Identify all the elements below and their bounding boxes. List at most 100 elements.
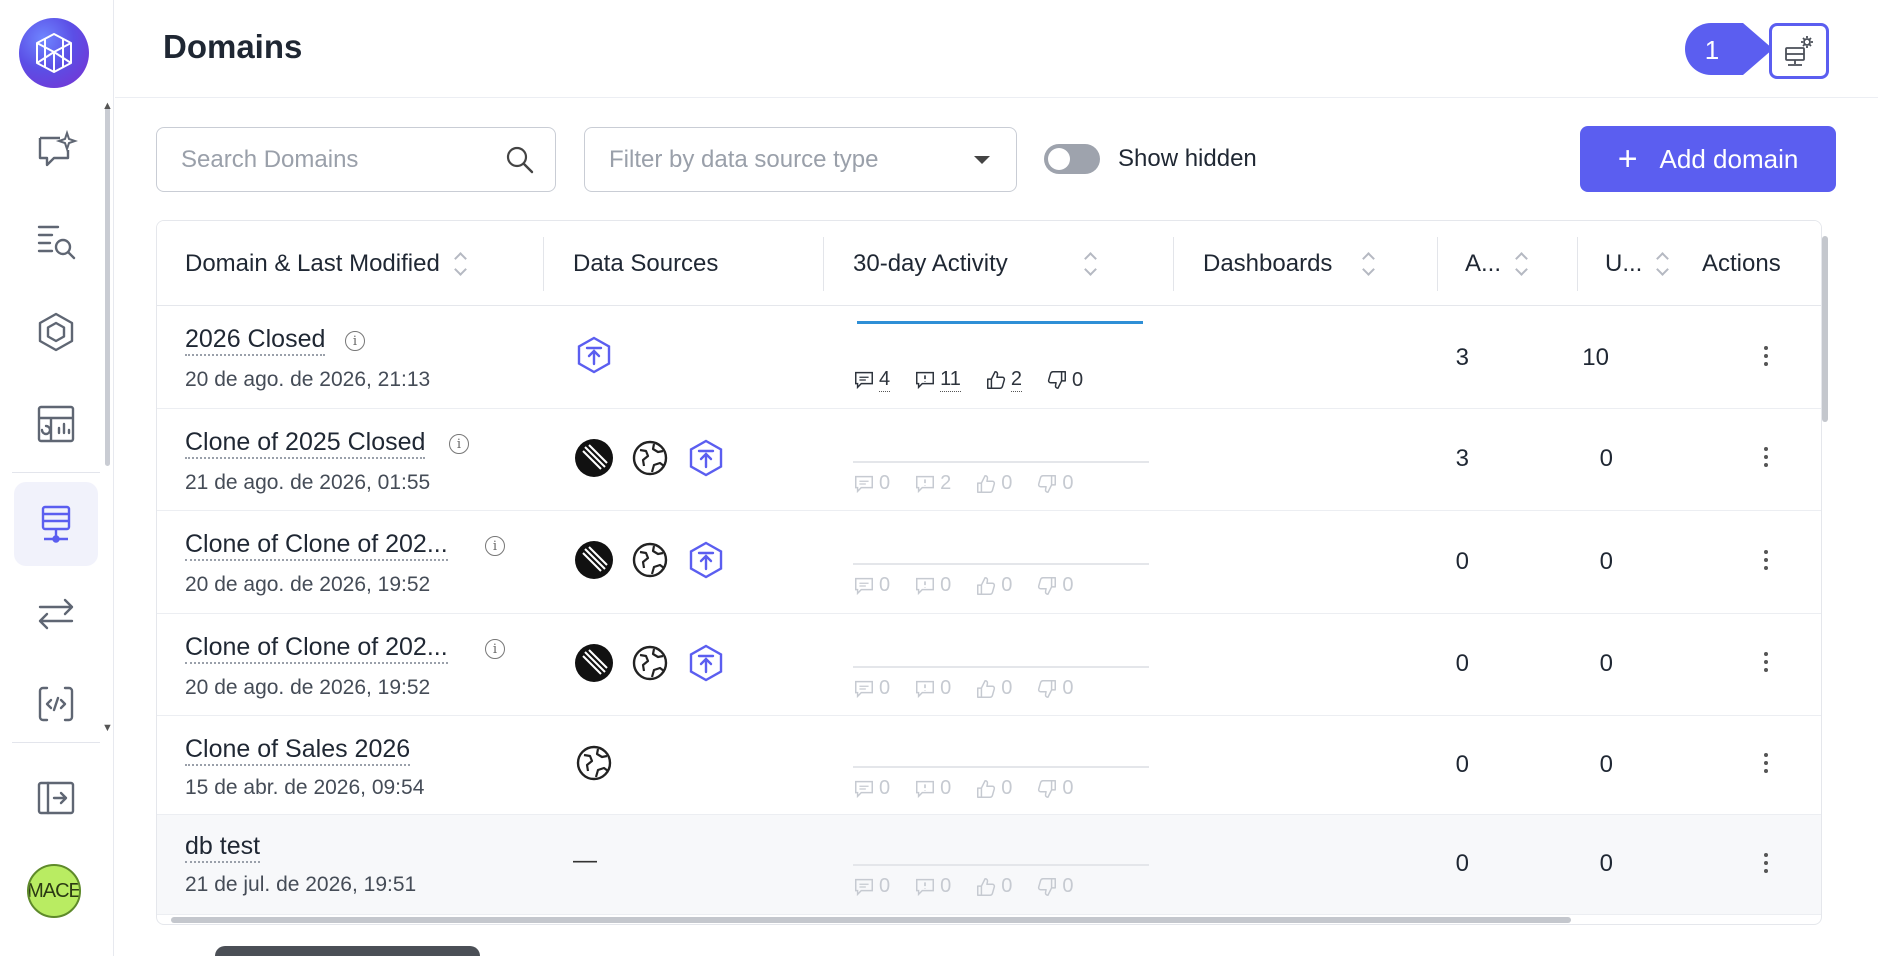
flags-stat[interactable]: 0	[914, 677, 951, 700]
flags-stat[interactable]: 0	[914, 875, 951, 898]
flags-count: 0	[940, 777, 952, 799]
alert-comment-icon	[914, 473, 936, 495]
likes-count: 0	[1001, 677, 1013, 699]
row-actions-menu-icon[interactable]	[1761, 753, 1771, 773]
thumbs-down-icon	[1036, 473, 1058, 495]
likes-stat[interactable]: 2	[985, 368, 1023, 392]
flags-stat[interactable]: 2	[914, 472, 951, 495]
comment-icon	[853, 369, 875, 391]
sort-icon[interactable]	[1083, 251, 1097, 276]
sidebar-item-transfer[interactable]	[14, 572, 98, 656]
sidebar-item-domains[interactable]	[14, 482, 98, 566]
dislikes-stat[interactable]: 0	[1036, 875, 1074, 898]
domain-name-link[interactable]: Clone of 2025 Closed	[185, 428, 426, 459]
sort-icon[interactable]	[1656, 251, 1670, 276]
dislikes-stat[interactable]: 0	[1036, 472, 1074, 495]
scroll-down-icon[interactable]: ▼	[102, 722, 113, 734]
thumbs-down-icon	[1046, 369, 1068, 391]
search-input[interactable]	[181, 145, 505, 174]
sidebar-item-models[interactable]	[14, 290, 98, 374]
table-row[interactable]: Clone of Sales 2026 15 de abr. de 2026, …	[157, 716, 1821, 815]
domain-name-link[interactable]: Clone of Clone of 202...	[185, 633, 448, 664]
sidebar-scrollbar[interactable]	[105, 106, 110, 466]
info-icon[interactable]: i	[485, 639, 505, 659]
dislikes-stat[interactable]: 0	[1036, 574, 1074, 597]
likes-stat[interactable]: 0	[975, 472, 1012, 495]
info-icon[interactable]: i	[449, 434, 469, 454]
comment-icon	[853, 473, 875, 495]
domain-name-link[interactable]: db test	[185, 832, 261, 863]
flags-stat[interactable]: 0	[914, 777, 951, 800]
page-title: Domains	[163, 28, 303, 65]
row-actions-menu-icon[interactable]	[1761, 447, 1771, 467]
show-hidden-toggle[interactable]	[1044, 144, 1100, 174]
sort-icon[interactable]	[453, 251, 467, 276]
table-vertical-scrollbar[interactable]	[1822, 236, 1828, 422]
comments-stat[interactable]: 0	[853, 875, 890, 898]
code-icon	[38, 686, 74, 722]
sidebar-item-collapse[interactable]	[14, 756, 98, 840]
domain-settings-button[interactable]	[1769, 23, 1829, 79]
search-icon[interactable]	[505, 145, 535, 175]
sidebar-item-dashboards[interactable]	[14, 382, 98, 466]
info-icon[interactable]: i	[485, 536, 505, 556]
user-avatar[interactable]: MACE	[27, 864, 81, 918]
comments-stat[interactable]: 4	[853, 368, 891, 392]
comment-icon	[853, 678, 875, 700]
comments-stat[interactable]: 0	[853, 777, 890, 800]
row-actions-menu-icon[interactable]	[1761, 550, 1771, 570]
column-u[interactable]: U...	[1605, 221, 1670, 306]
search-domains-field[interactable]	[156, 127, 556, 192]
domain-name-link[interactable]: Clone of Sales 2026	[185, 735, 411, 766]
likes-stat[interactable]: 0	[975, 677, 1012, 700]
comments-stat[interactable]: 0	[853, 472, 890, 495]
likes-stat[interactable]: 0	[975, 574, 1012, 597]
caret-down-icon[interactable]	[972, 154, 992, 166]
likes-stat[interactable]: 0	[975, 777, 1012, 800]
column-dashboards[interactable]: Dashboards	[1203, 221, 1376, 306]
table-row[interactable]: 2026 Closed i 20 de ago. de 2026, 21:13 …	[157, 306, 1821, 409]
dislikes-stat[interactable]: 0	[1036, 677, 1074, 700]
sidebar-item-chat[interactable]	[14, 108, 98, 192]
table-row[interactable]: db test 21 de jul. de 2026, 19:51 — 0 0 …	[157, 815, 1821, 915]
activity-stats: 0 0 0 0	[853, 875, 1074, 898]
flags-stat[interactable]: 11	[914, 368, 961, 392]
sidebar-item-code[interactable]	[14, 662, 98, 746]
dashboards-count: 0	[1455, 650, 1469, 677]
sort-icon[interactable]	[1515, 251, 1528, 276]
table-horizontal-scrollbar[interactable]	[171, 917, 1571, 923]
table-row[interactable]: Clone of Clone of 202... i 20 de ago. de…	[157, 511, 1821, 614]
last-modified-date: 20 de ago. de 2026, 19:52	[185, 676, 431, 699]
comments-stat[interactable]: 0	[853, 677, 890, 700]
comments-stat[interactable]: 0	[853, 574, 890, 597]
likes-stat[interactable]: 0	[975, 875, 1012, 898]
flags-count: 11	[940, 368, 961, 392]
flags-stat[interactable]: 0	[914, 574, 951, 597]
sidebar-item-search[interactable]	[14, 198, 98, 282]
column-label: Data Sources	[573, 249, 719, 277]
column-domain-last-modified[interactable]: Domain & Last Modified	[185, 221, 467, 306]
flags-count: 0	[940, 574, 952, 596]
info-icon[interactable]: i	[345, 331, 365, 351]
scroll-up-icon[interactable]: ▲	[102, 100, 113, 112]
add-domain-button[interactable]: + Add domain	[1580, 126, 1836, 192]
striped-source-icon	[573, 437, 615, 479]
table-row[interactable]: Clone of Clone of 202... i 20 de ago. de…	[157, 614, 1821, 716]
domain-name-link[interactable]: 2026 Closed	[185, 325, 326, 356]
table-row[interactable]: Clone of 2025 Closed i 21 de ago. de 202…	[157, 409, 1821, 511]
likes-count: 0	[1001, 574, 1013, 596]
app-logo[interactable]	[19, 18, 89, 88]
thumbs-up-icon	[985, 369, 1007, 391]
data-source-type-select[interactable]: Filter by data source type	[584, 127, 1017, 192]
sidebar-divider	[12, 472, 100, 473]
dislikes-stat[interactable]: 0	[1046, 369, 1083, 392]
row-actions-menu-icon[interactable]	[1761, 853, 1771, 873]
dislikes-stat[interactable]: 0	[1036, 777, 1074, 800]
column-a[interactable]: A...	[1465, 221, 1528, 306]
hexagon-icon	[38, 312, 74, 352]
row-actions-menu-icon[interactable]	[1761, 652, 1771, 672]
row-actions-menu-icon[interactable]	[1761, 346, 1771, 366]
sort-icon[interactable]	[1362, 251, 1376, 276]
column-30-day-activity[interactable]: 30-day Activity	[853, 221, 1097, 306]
domain-name-link[interactable]: Clone of Clone of 202...	[185, 530, 448, 561]
